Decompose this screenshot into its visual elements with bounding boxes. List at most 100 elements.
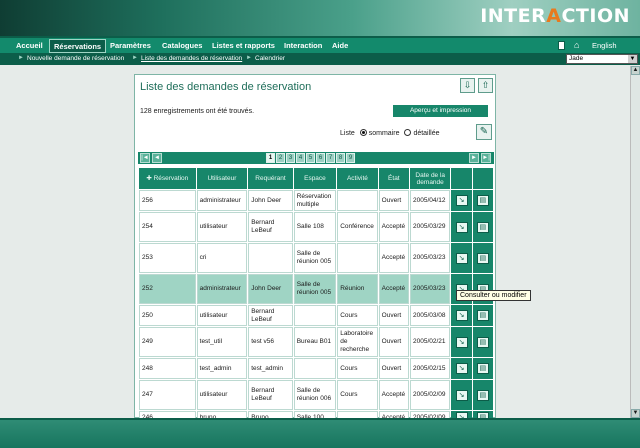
edit-action-cell[interactable]: ↘ [451, 190, 472, 211]
upload-icon[interactable]: ⇧ [478, 78, 493, 93]
table-row[interactable]: 250 utilisateur Bernard LeBeuf Cours Ouvert 2… [139, 305, 493, 326]
cell-state: Ouvert [378, 358, 409, 379]
document-icon[interactable]: ▤ [476, 363, 489, 374]
cell-user: test_admin [196, 358, 248, 379]
page-1[interactable]: 1 [266, 153, 275, 163]
edit-arrow-icon[interactable]: ↘ [455, 221, 468, 233]
page-4[interactable]: 4 [296, 153, 305, 163]
page-6[interactable]: 6 [316, 153, 325, 163]
table-row[interactable]: 252 administrateur John Deer Salle de réuni… [139, 274, 493, 304]
table-row[interactable]: 249 test_util test v56 Bureau B01 Laboratoir… [139, 327, 493, 357]
table-row[interactable]: 253 cri Salle de réunion 005 Accepté 2005/03… [139, 243, 493, 273]
next-page-button[interactable]: ► [469, 153, 479, 163]
page-2[interactable]: 2 [276, 153, 285, 163]
cell-id: 247 [139, 380, 196, 410]
view-action-cell[interactable]: ▤ [472, 190, 493, 211]
table-row[interactable]: 248 test_admin test_admin Cours Ouvert 2005/0… [139, 358, 493, 379]
document-icon[interactable]: ▤ [476, 336, 489, 348]
cell-id: 256 [139, 190, 196, 211]
cell-activity: Laboratoire de recherche [337, 327, 378, 357]
view-action-cell[interactable]: ▤ [472, 243, 493, 273]
subnav-request-list[interactable]: Liste des demandes de réservation [141, 55, 242, 62]
page-8[interactable]: 8 [336, 153, 345, 163]
col-utilisateur[interactable]: Utilisateur [196, 168, 248, 189]
cell-id: 254 [139, 212, 196, 242]
col-etat[interactable]: État [378, 168, 409, 189]
cell-id: 249 [139, 327, 196, 357]
page-5[interactable]: 5 [306, 153, 315, 163]
radio-summary[interactable] [359, 129, 367, 136]
bookmark-icon[interactable] [558, 41, 565, 50]
edit-arrow-icon[interactable]: ↘ [455, 310, 468, 321]
subnav-calendar[interactable]: Calendrier [255, 55, 285, 62]
download-icon[interactable]: ⇩ [460, 78, 475, 93]
table-row[interactable]: 254 utilisateur Bernard LeBeuf Salle 108 Con… [139, 212, 493, 242]
radio-detailed[interactable] [404, 129, 412, 136]
document-icon[interactable]: ▤ [476, 310, 489, 321]
col-requerant[interactable]: Requérant [248, 168, 293, 189]
col-espace[interactable]: Espace [293, 168, 337, 189]
nav-item-reservations[interactable]: Réservations [49, 39, 107, 53]
subnav-new-request[interactable]: Nouvelle demande de réservation [27, 55, 124, 62]
edit-action-cell[interactable]: ↘ [451, 305, 472, 326]
edit-arrow-icon[interactable]: ↘ [455, 363, 468, 374]
edit-action-cell[interactable]: ↘ [451, 358, 472, 379]
arrow-icon: ► [246, 55, 252, 61]
edit-action-cell[interactable]: ↘ [451, 327, 472, 357]
nav-item-catalogues[interactable]: Catalogues [162, 41, 202, 50]
document-icon[interactable]: ▤ [476, 221, 489, 233]
edit-arrow-icon[interactable]: ↘ [455, 252, 468, 264]
view-action-cell[interactable]: ▤ [472, 212, 493, 242]
nav-item-parametres[interactable]: Paramètres [110, 41, 151, 50]
edit-list-icon[interactable]: ✎ [476, 124, 492, 140]
cell-date: 2005/02/21 [410, 327, 451, 357]
col-action-view [472, 168, 493, 189]
table-header: ✚ Réservation Utilisateur Requérant Espa… [139, 168, 493, 189]
radio-summary-label: sommaire [368, 130, 400, 137]
page-3[interactable]: 3 [286, 153, 295, 163]
document-icon[interactable]: ▤ [476, 252, 489, 264]
view-action-cell[interactable]: ▤ [472, 327, 493, 357]
page-9[interactable]: 9 [346, 153, 355, 163]
arrow-icon: ► [18, 55, 24, 61]
cell-activity: Réunion [337, 274, 378, 304]
page-scrollbar[interactable]: ▲ ▼ [630, 66, 640, 418]
cell-space: Salle de réunion 005 [293, 274, 337, 304]
document-icon[interactable]: ▤ [476, 389, 489, 401]
table-row[interactable]: 256 administrateur John Deer Réservation mu… [139, 190, 493, 211]
nav-item-aide[interactable]: Aide [332, 41, 348, 50]
nav-item-interaction[interactable]: Interaction [284, 41, 322, 50]
col-reservation[interactable]: ✚ Réservation [139, 168, 196, 189]
view-action-cell[interactable]: ▤ [472, 380, 493, 410]
prev-page-button[interactable]: ◄ [152, 153, 162, 163]
cell-date: 2005/03/29 [410, 212, 451, 242]
home-icon[interactable]: ⌂ [574, 40, 579, 50]
cell-activity: Cours [337, 305, 378, 326]
last-page-button[interactable]: ►| [481, 153, 491, 163]
col-activite[interactable]: Activité [337, 168, 378, 189]
edit-arrow-icon[interactable]: ↘ [455, 336, 468, 348]
page-7[interactable]: 7 [326, 153, 335, 163]
col-date[interactable]: Date de la demande [410, 168, 451, 189]
edit-action-cell[interactable]: ↘ [451, 243, 472, 273]
user-select[interactable]: Jade ▼ [566, 54, 638, 64]
edit-action-cell[interactable]: ↘ [451, 212, 472, 242]
cell-space: Salle de réunion 006 [293, 380, 337, 410]
document-icon[interactable]: ▤ [476, 195, 489, 206]
nav-item-accueil[interactable]: Accueil [16, 41, 43, 50]
chevron-down-icon[interactable]: ▼ [628, 55, 637, 63]
cell-space [293, 305, 337, 326]
view-action-cell[interactable]: ▤ [472, 305, 493, 326]
scroll-down-icon[interactable]: ▼ [631, 409, 640, 418]
table-row[interactable]: 247 utilisateur Bernard LeBeuf Salle de réu… [139, 380, 493, 410]
edit-action-cell[interactable]: ↘ [451, 380, 472, 410]
language-link[interactable]: English [592, 41, 617, 50]
nav-item-listes[interactable]: Listes et rapports [212, 41, 275, 50]
print-preview-button[interactable]: Aperçu et impression [393, 105, 488, 117]
cell-user: administrateur [196, 274, 248, 304]
edit-arrow-icon[interactable]: ↘ [455, 195, 468, 206]
first-page-button[interactable]: |◄ [140, 153, 150, 163]
edit-arrow-icon[interactable]: ↘ [455, 389, 468, 401]
view-action-cell[interactable]: ▤ [472, 358, 493, 379]
scroll-up-icon[interactable]: ▲ [631, 66, 640, 75]
